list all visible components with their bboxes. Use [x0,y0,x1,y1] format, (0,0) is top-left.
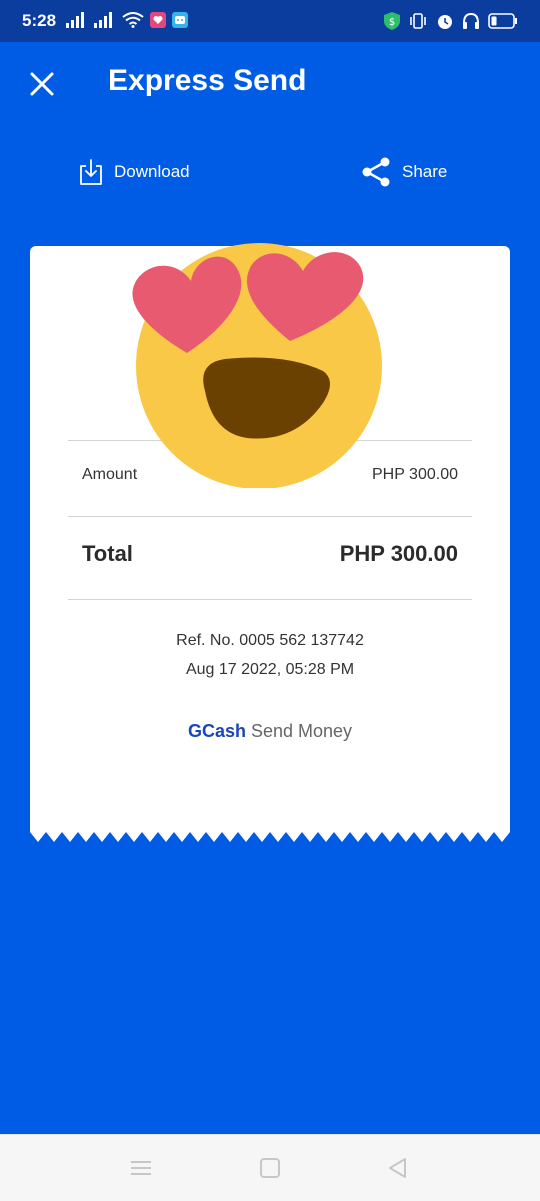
system-navigation-bar [0,1134,540,1201]
signal-bars-icon [94,12,112,28]
total-row: Total PHP 300.00 [82,541,458,567]
download-label: Download [114,162,190,181]
back-icon[interactable] [383,1155,413,1181]
brand-footer: GCash Send Money [30,721,510,742]
alarm-icon [438,15,452,29]
download-button[interactable]: Download [78,154,190,190]
share-label: Share [402,162,448,181]
vpn-shield-icon: $ [384,12,400,30]
brand-suffix: Send Money [250,721,353,741]
top-bar: Express Send [0,42,540,132]
total-value: PHP 300.00 [339,541,458,566]
vibrate-icon [410,13,426,29]
transaction-date: Aug 17 2022, 05:28 PM [185,661,355,678]
battery-icon [488,13,517,29]
brand-name: GCash [187,721,246,741]
divider [68,599,472,600]
signal-bars-icon [66,12,84,28]
svg-text:$: $ [389,17,395,28]
headset-icon [463,12,479,29]
divider [68,516,472,517]
share-button[interactable]: Share [360,154,447,190]
heart-eyes-emoji-icon [132,243,382,488]
app-notification-icon [172,12,188,28]
status-bar: 5:28 $ [0,0,540,42]
status-time: 5:28 [22,11,57,30]
share-icon [362,157,390,187]
app-notification-icon [150,12,166,28]
wifi-icon [122,12,144,28]
total-label: Total [82,541,133,566]
page-title: Express Send [108,64,307,97]
receipt-zigzag-edge [30,830,510,842]
reference-number: Ref. No. 0005 562 137742 [176,632,364,649]
home-icon[interactable] [255,1155,285,1181]
download-icon [80,159,102,185]
menu-icon[interactable] [126,1155,156,1181]
close-icon[interactable] [24,66,60,102]
